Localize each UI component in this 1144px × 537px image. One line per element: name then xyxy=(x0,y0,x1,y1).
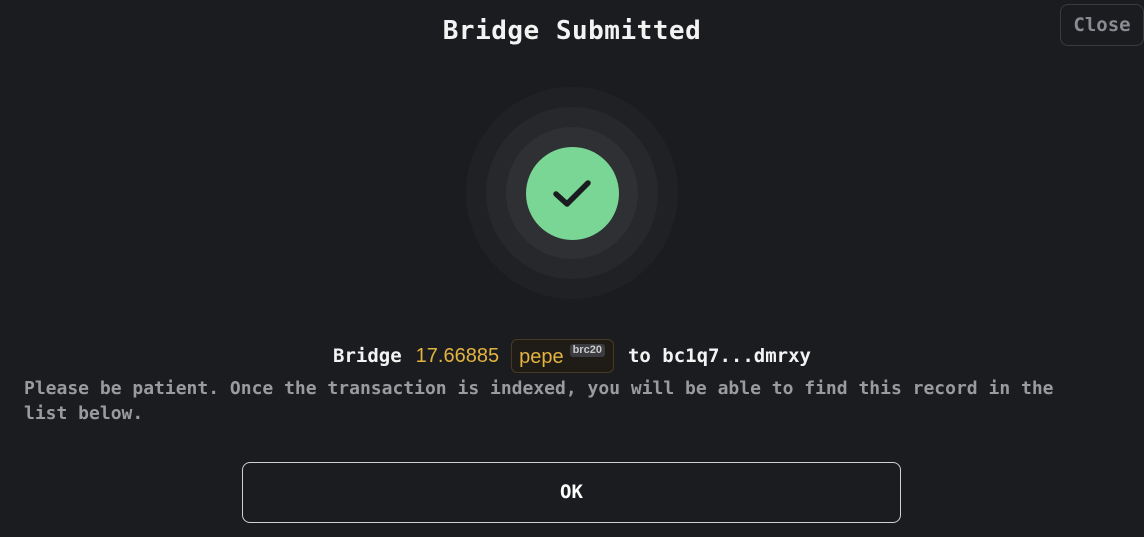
token-standard-badge: brc20 xyxy=(569,344,605,357)
bridge-summary: Bridge 17.66885 pepe brc20 to bc1q7...dm… xyxy=(0,338,1144,374)
check-icon xyxy=(553,180,591,207)
summary-prefix: Bridge xyxy=(333,345,402,367)
ok-button[interactable]: OK xyxy=(242,462,901,523)
token-chip: pepe brc20 xyxy=(511,339,614,373)
bridge-amount: 17.66885 xyxy=(415,344,500,367)
destination-address: to bc1q7...dmrxy xyxy=(627,345,811,367)
success-indicator xyxy=(526,147,619,240)
close-button[interactable]: Close xyxy=(1060,4,1144,46)
dialog-title: Bridge Submitted xyxy=(442,16,702,46)
patience-note: Please be patient. Once the transaction … xyxy=(24,378,1054,424)
token-ticker: pepe xyxy=(519,346,564,368)
